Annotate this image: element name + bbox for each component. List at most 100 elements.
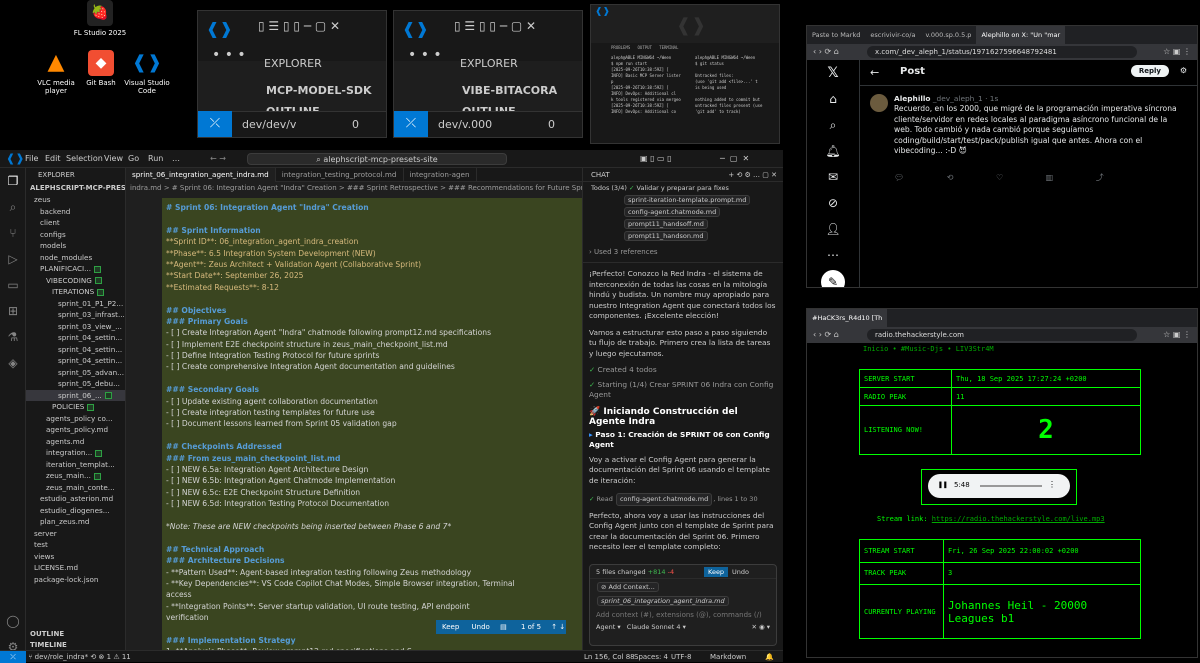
menu-run[interactable]: Run [148, 154, 163, 163]
browser-tab[interactable]: Paste to Markd [807, 26, 865, 44]
back-arrow-icon[interactable]: ← [870, 66, 879, 79]
browser-tab[interactable]: escrivivir-co/a [865, 26, 920, 44]
run-debug-icon[interactable]: ▷ [0, 246, 26, 272]
post-actions[interactable]: 💬︎ ⟲ ♡ ▥ ⤴ [894, 172, 1167, 183]
extensions-icon[interactable]: ⊞ [0, 298, 26, 324]
code-content[interactable]: # Sprint 06: Integration Agent "Indra" C… [162, 198, 582, 650]
grok-icon[interactable]: ⊘ [807, 190, 859, 216]
testing-icon[interactable]: ⚗ [0, 324, 26, 350]
menu-edit[interactable]: Edit [45, 154, 61, 163]
tree-item[interactable]: backend [26, 206, 125, 218]
chat-actions-icons[interactable]: + ⟲ ⚙ … ▢ ✕ [728, 168, 777, 182]
tree-item[interactable]: sprint_06_... [26, 389, 125, 401]
browser-tab-active[interactable]: Alephillo on X: "Un "mar [976, 26, 1066, 44]
tree-item[interactable]: client [26, 217, 125, 229]
remote-icon[interactable]: ⤫ [394, 111, 428, 137]
sync-icon[interactable]: ⟲ [90, 653, 98, 661]
timeline-section[interactable]: TIMELINE [30, 641, 67, 649]
search-icon[interactable]: ⌕ [0, 194, 26, 220]
tree-item[interactable]: ITERATIONS [26, 286, 125, 298]
send-icon[interactable]: ✕ ◉ ▾ [751, 623, 770, 631]
browser-tab[interactable]: v.000.sp.0.5.p [920, 26, 976, 44]
menu-go[interactable]: Go [128, 154, 139, 163]
file-chip[interactable]: sprint-iteration-template.prompt.md [624, 195, 751, 205]
remote-explorer-icon[interactable]: ▭ [0, 272, 26, 298]
reply-button[interactable]: Reply [1130, 65, 1169, 77]
tree-item[interactable]: POLICIES [26, 401, 125, 413]
file-chip[interactable]: prompt11_handsoff.md [624, 219, 708, 229]
outline-section[interactable]: OUTLINE [30, 630, 64, 638]
tree-item[interactable]: zeus_main... [26, 470, 125, 482]
error-count[interactable]: 1 [107, 653, 111, 661]
tree-item[interactable]: server [26, 528, 125, 540]
todos-label[interactable]: Todos (3/4) [591, 184, 627, 192]
warning-count[interactable]: 11 [122, 653, 131, 661]
author-name[interactable]: Alephillo [894, 94, 931, 103]
tree-item[interactable]: agents_policy co... [26, 413, 125, 425]
nav-arrows-icon[interactable]: ← → [210, 154, 226, 163]
tree-item[interactable]: sprint_03_infrast... [26, 309, 125, 321]
tree-item[interactable]: sprint_03_view_... [26, 321, 125, 333]
menu-file[interactable]: File [25, 154, 38, 163]
add-context-button[interactable]: ⊘ Add Context... [597, 582, 659, 592]
diff-icon[interactable]: ▤ [500, 623, 507, 631]
model-select[interactable]: Claude Sonnet 4 [627, 623, 681, 631]
search-icon[interactable]: ⌕ [807, 112, 859, 138]
pause-icon[interactable]: ❚❚ [938, 480, 948, 489]
desktop-icon-vscode[interactable]: ❰❱ Visual Studio Code [117, 50, 177, 96]
bell-icon[interactable]: 🔔 [765, 651, 774, 663]
tab-sprint-06[interactable]: sprint_06_integration_agent_indra.md [126, 168, 276, 182]
x-logo-icon[interactable]: 𝕏 [807, 60, 859, 86]
nav-icons[interactable]: ‹ › ⟳ ⌂ [813, 47, 839, 56]
breadcrumb[interactable]: indra.md > # Sprint 06: Integration Agen… [126, 182, 582, 194]
keep-button[interactable]: Keep [704, 567, 729, 577]
player-progress[interactable] [980, 485, 1042, 487]
tree-item[interactable]: views [26, 551, 125, 563]
tree-item[interactable]: models [26, 240, 125, 252]
tree-item[interactable]: agents.md [26, 436, 125, 448]
remote-icon[interactable]: ⤫ [198, 111, 232, 137]
command-center-search[interactable]: ⌕ alephscript-mcp-presets-site [247, 153, 507, 165]
notifications-icon[interactable]: 🔔︎ [807, 138, 859, 164]
tree-item[interactable]: package-lock.json [26, 574, 125, 586]
diff-nav-icons[interactable]: ↑ ↓ [551, 623, 565, 631]
top-links[interactable]: Inicio • #Music-Djs • LIV3Str4M [863, 345, 994, 353]
tree-item[interactable]: estudio_asterion.md [26, 493, 125, 505]
encoding[interactable]: UTF-8 [671, 651, 691, 663]
tree-item[interactable]: iteration_templat... [26, 459, 125, 471]
tree-item[interactable]: integration... [26, 447, 125, 459]
layout-icons[interactable]: ▣ ▯ ▭ ▯ [640, 154, 672, 163]
tree-item[interactable]: sprint_04_settin... [26, 355, 125, 367]
compose-icon[interactable]: ✎ [821, 270, 845, 287]
tree-item[interactable]: sprint_04_settin... [26, 332, 125, 344]
cursor-position[interactable]: Ln 156, Col 88 [584, 651, 635, 663]
desktop-icon-fl-studio[interactable]: 🍓 FL Studio 2025 [70, 0, 130, 37]
volume-icon[interactable]: ⋮ [1048, 480, 1056, 489]
vscode-thumbnail-mcp[interactable]: ❰❱ ▯ ☰ ▯ ▯ ─ ▢ ✕ • • • EXPLORER MCP-MODE… [197, 10, 387, 138]
remote-indicator[interactable]: ⤫ [0, 651, 26, 663]
branch-name[interactable]: dev/role_indra* [35, 653, 89, 661]
cube-icon[interactable]: ◈ [0, 350, 26, 376]
tree-item[interactable]: agents_policy.md [26, 424, 125, 436]
stream-link[interactable]: https://radio.thehackerstyle.com/live.mp… [932, 515, 1105, 523]
tab-integration-testing[interactable]: integration_testing_protocol.md [276, 168, 404, 182]
chat-input[interactable]: Add context (#), extensions (@), command… [590, 607, 776, 623]
messages-icon[interactable]: ✉ [807, 164, 859, 190]
explorer-icon[interactable]: ❐ [0, 168, 26, 194]
nav-icons[interactable]: ‹ › ⟳ ⌂ [813, 330, 839, 339]
keep-button[interactable]: Keep [442, 623, 459, 631]
explorer-root[interactable]: ALEPHSCRIPT-MCP-PRESE... [26, 182, 125, 194]
account-icon[interactable]: ◯ [0, 608, 26, 634]
browser-toolbar-icons[interactable]: ☆ ▣ ⋮ [1163, 47, 1191, 56]
tree-item[interactable]: zeus_main_conte... [26, 482, 125, 494]
file-chip[interactable]: prompt11_handson.md [624, 231, 708, 241]
profile-icon[interactable]: 👤︎ [807, 216, 859, 242]
mode-select[interactable]: Agent [596, 623, 615, 631]
undo-button[interactable]: Undo [472, 623, 490, 631]
menu-view[interactable]: View [104, 154, 123, 163]
settings-icon[interactable]: ⚙ [1180, 66, 1187, 75]
tree-item[interactable]: zeus [26, 194, 125, 206]
tree-item[interactable]: plan_zeus.md [26, 516, 125, 528]
files-changed[interactable]: 5 files changed [596, 568, 646, 576]
tree-item[interactable]: sprint_05_debu... [26, 378, 125, 390]
